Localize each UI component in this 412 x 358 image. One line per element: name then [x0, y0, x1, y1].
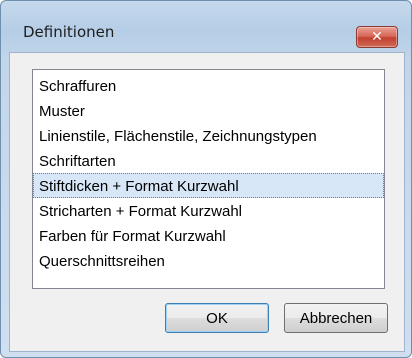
list-item-stiftdicken[interactable]: Stiftdicken + Format Kurzwahl	[33, 173, 384, 198]
cancel-button[interactable]: Abbrechen	[284, 303, 388, 333]
list-item-linienstile[interactable]: Linienstile, Flächenstile, Zeichnungstyp…	[33, 123, 384, 148]
ok-button[interactable]: OK	[165, 303, 269, 333]
list-item-muster[interactable]: Muster	[33, 98, 384, 123]
list-item-schraffuren[interactable]: Schraffuren	[33, 73, 384, 98]
dialog-window: Definitionen ✕ Schraffuren Muster Linien…	[0, 0, 412, 358]
list-item-stricharten[interactable]: Stricharten + Format Kurzwahl	[33, 198, 384, 223]
definitions-listbox[interactable]: Schraffuren Muster Linienstile, Flächens…	[32, 69, 385, 289]
dialog-client-area: Schraffuren Muster Linienstile, Flächens…	[9, 52, 405, 352]
list-item-schriftarten[interactable]: Schriftarten	[33, 148, 384, 173]
list-item-farben[interactable]: Farben für Format Kurzwahl	[33, 223, 384, 248]
list-item-querschnittsreihen[interactable]: Querschnittsreihen	[33, 248, 384, 273]
close-icon: ✕	[371, 29, 383, 45]
close-button[interactable]: ✕	[356, 26, 398, 48]
dialog-title: Definitionen	[23, 23, 115, 41]
